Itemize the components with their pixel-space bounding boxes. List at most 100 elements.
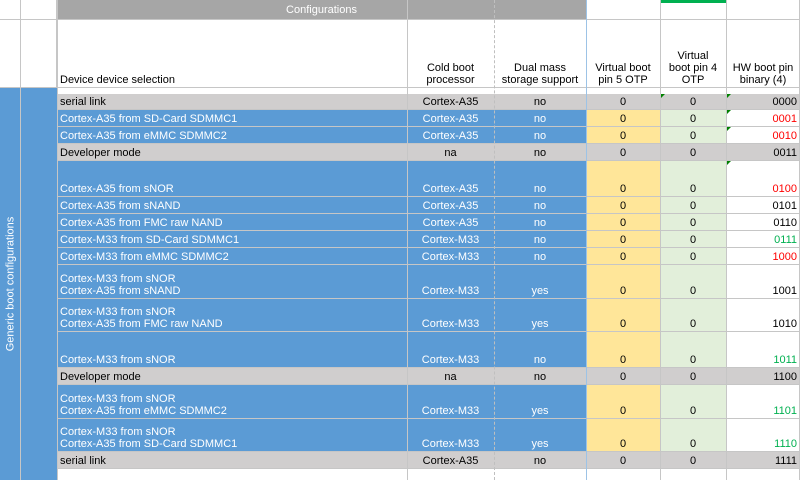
cell-dual-row-9[interactable]: no — [494, 248, 586, 265]
cell-proc-row-13[interactable]: na — [407, 368, 494, 385]
header-vbp5[interactable]: Virtual boot pin 5 OTP — [586, 20, 660, 88]
cell-dual-row-10[interactable]: yes — [494, 265, 586, 299]
cell-hw-row-12[interactable]: 1011 — [726, 332, 800, 368]
cell-dual-row-14[interactable]: yes — [494, 385, 586, 419]
cell-p5-row-15[interactable]: 0 — [586, 419, 660, 452]
cell-p5-row-2[interactable]: 0 — [586, 110, 660, 127]
cell-hw-row-8[interactable]: 0111 — [726, 231, 800, 248]
cell-hw-row-14[interactable]: 1101 — [726, 385, 800, 419]
cell-p4-row-16[interactable]: 0 — [660, 452, 726, 469]
cell-p4-row-11[interactable]: 0 — [660, 299, 726, 332]
cell-dual-row-5[interactable]: no — [494, 161, 586, 197]
cell-hw-row-9[interactable]: 1000 — [726, 248, 800, 265]
cell-device-row-10[interactable]: Cortex-M33 from sNOR Cortex-A35 from sNAN… — [57, 265, 407, 299]
cell-p4-row-4[interactable]: 0 — [660, 144, 726, 161]
cell-dual-row-3[interactable]: no — [494, 127, 586, 144]
cell-device-row-4[interactable]: Developer mode — [57, 144, 407, 161]
cell-p5-row-7[interactable]: 0 — [586, 214, 660, 231]
header-hw-boot-pin[interactable]: HW boot pin binary (4) — [726, 20, 800, 88]
cell-device-row-12[interactable]: Cortex-M33 from sNOR — [57, 332, 407, 368]
cell-device-row-5[interactable]: Cortex-A35 from sNOR — [57, 161, 407, 197]
cell-proc-row-4[interactable]: na — [407, 144, 494, 161]
cell-hw-row-3[interactable]: 0010 — [726, 127, 800, 144]
cell-device-row-9[interactable]: Cortex-M33 from eMMC SDMMC2 — [57, 248, 407, 265]
cell-p5-row-13[interactable]: 0 — [586, 368, 660, 385]
cell-p4-row-14[interactable]: 0 — [660, 385, 726, 419]
cell-p5-row-6[interactable]: 0 — [586, 197, 660, 214]
configurations-band[interactable]: Configurations — [57, 0, 586, 20]
cell-proc-row-8[interactable]: Cortex-M33 — [407, 231, 494, 248]
cell-device-row-14[interactable]: Cortex-M33 from sNOR Cortex-A35 from eMMC… — [57, 385, 407, 419]
cell-device-row-16[interactable]: serial link — [57, 452, 407, 469]
header-cold-boot[interactable]: Cold boot processor — [407, 20, 494, 88]
cell-p5-row-8[interactable]: 0 — [586, 231, 660, 248]
cell-device-row-13[interactable]: Developer mode — [57, 368, 407, 385]
cell-proc-row-12[interactable]: Cortex-M33 — [407, 332, 494, 368]
cell-p5-row-9[interactable]: 0 — [586, 248, 660, 265]
cell-p4-row-12[interactable]: 0 — [660, 332, 726, 368]
cell-dual-row-13[interactable]: no — [494, 368, 586, 385]
cell-p4-row-2[interactable]: 0 — [660, 110, 726, 127]
cell-proc-row-1[interactable]: Cortex-A35 — [407, 94, 494, 110]
cell-proc-row-10[interactable]: Cortex-M33 — [407, 265, 494, 299]
cell-p5-row-12[interactable]: 0 — [586, 332, 660, 368]
cell-p5-row-10[interactable]: 0 — [586, 265, 660, 299]
cell-p4-row-13[interactable]: 0 — [660, 368, 726, 385]
cell-hw-row-15[interactable]: 1110 — [726, 419, 800, 452]
cell-p4-row-8[interactable]: 0 — [660, 231, 726, 248]
corner-cell[interactable] — [0, 0, 57, 20]
cell-hw-row-16[interactable]: 1111 — [726, 452, 800, 469]
cell-dual-row-4[interactable]: no — [494, 144, 586, 161]
cell-device-row-6[interactable]: Cortex-A35 from sNAND — [57, 197, 407, 214]
cell-dual-row-16[interactable]: no — [494, 452, 586, 469]
cell-p4-row-3[interactable]: 0 — [660, 127, 726, 144]
cell-device-row-15[interactable]: Cortex-M33 from sNOR Cortex-A35 from SD-C… — [57, 419, 407, 452]
cell-proc-row-7[interactable]: Cortex-A35 — [407, 214, 494, 231]
cell-p5-row-4[interactable]: 0 — [586, 144, 660, 161]
cell-p5-row-1[interactable]: 0 — [586, 94, 660, 110]
cell-dual-row-6[interactable]: no — [494, 197, 586, 214]
cell-device-row-1[interactable]: serial link — [57, 94, 407, 110]
cell-dual-row-15[interactable]: yes — [494, 419, 586, 452]
cell-p4-row-9[interactable]: 0 — [660, 248, 726, 265]
header-vbp4[interactable]: Virtual boot pin 4 OTP — [660, 20, 726, 88]
cell-proc-row-9[interactable]: Cortex-M33 — [407, 248, 494, 265]
cell-proc-row-3[interactable]: Cortex-A35 — [407, 127, 494, 144]
cell-p5-row-3[interactable]: 0 — [586, 127, 660, 144]
cell-device-row-3[interactable]: Cortex-A35 from eMMC SDMMC2 — [57, 127, 407, 144]
header-blank-cell[interactable] — [0, 20, 57, 88]
cell-dual-row-11[interactable]: yes — [494, 299, 586, 332]
cell-p4-row-7[interactable]: 0 — [660, 214, 726, 231]
cell-proc-row-16[interactable]: Cortex-A35 — [407, 452, 494, 469]
cell-dual-row-7[interactable]: no — [494, 214, 586, 231]
cell-p4-row-5[interactable]: 0 — [660, 161, 726, 197]
cell-hw-row-7[interactable]: 0110 — [726, 214, 800, 231]
header-device-selection[interactable]: Device device selection — [57, 20, 407, 88]
cell-hw-row-1[interactable]: 0000 — [726, 94, 800, 110]
cell-proc-row-15[interactable]: Cortex-M33 — [407, 419, 494, 452]
cell-dual-row-12[interactable]: no — [494, 332, 586, 368]
cell-device-row-7[interactable]: Cortex-A35 from FMC raw NAND — [57, 214, 407, 231]
top-right-cells[interactable] — [586, 0, 800, 20]
cell-device-row-2[interactable]: Cortex-A35 from SD-Card SDMMC1 — [57, 110, 407, 127]
cell-p5-row-11[interactable]: 0 — [586, 299, 660, 332]
cell-p4-row-15[interactable]: 0 — [660, 419, 726, 452]
cell-proc-row-14[interactable]: Cortex-M33 — [407, 385, 494, 419]
cell-dual-row-1[interactable]: no — [494, 94, 586, 110]
cell-hw-row-2[interactable]: 0001 — [726, 110, 800, 127]
cell-hw-row-5[interactable]: 0100 — [726, 161, 800, 197]
cell-proc-row-6[interactable]: Cortex-A35 — [407, 197, 494, 214]
cell-p4-row-6[interactable]: 0 — [660, 197, 726, 214]
cell-proc-row-11[interactable]: Cortex-M33 — [407, 299, 494, 332]
cell-proc-row-5[interactable]: Cortex-A35 — [407, 161, 494, 197]
cell-p5-row-14[interactable]: 0 — [586, 385, 660, 419]
cell-dual-row-2[interactable]: no — [494, 110, 586, 127]
cell-hw-row-13[interactable]: 1100 — [726, 368, 800, 385]
cell-dual-row-8[interactable]: no — [494, 231, 586, 248]
cell-proc-row-2[interactable]: Cortex-A35 — [407, 110, 494, 127]
cell-device-row-11[interactable]: Cortex-M33 from sNOR Cortex-A35 from FMC … — [57, 299, 407, 332]
cell-device-row-8[interactable]: Cortex-M33 from SD-Card SDMMC1 — [57, 231, 407, 248]
cell-p5-row-16[interactable]: 0 — [586, 452, 660, 469]
cell-hw-row-6[interactable]: 0101 — [726, 197, 800, 214]
cell-hw-row-10[interactable]: 1001 — [726, 265, 800, 299]
